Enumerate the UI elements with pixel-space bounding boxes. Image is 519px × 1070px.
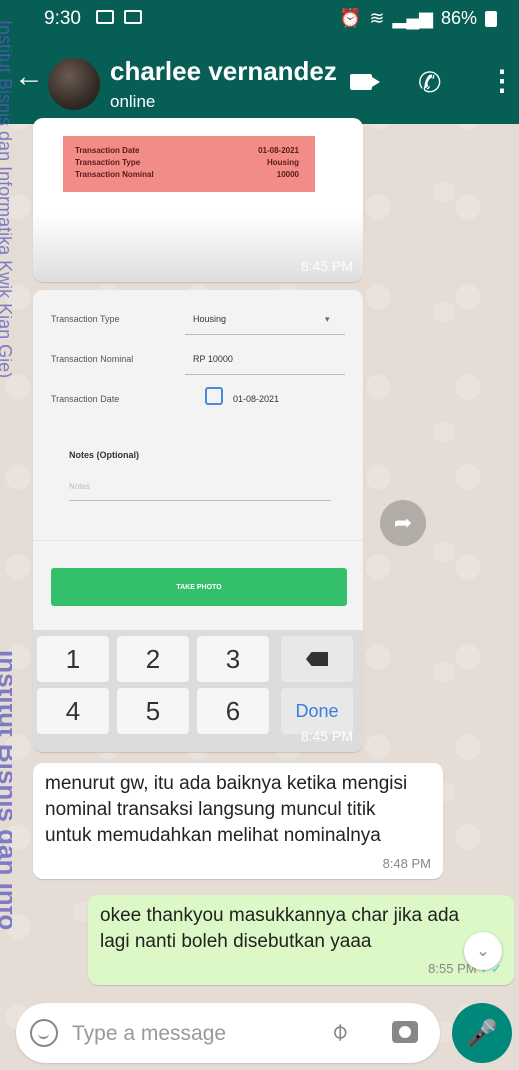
incoming-message[interactable]: menurut gw, itu ada baiknya ketika mengi… <box>33 763 443 879</box>
backspace-key <box>281 636 353 682</box>
battery-percent: 86% <box>440 8 477 28</box>
avatar[interactable] <box>48 58 100 110</box>
signal-icon: ▂▄▆ <box>392 8 433 28</box>
image-message-transaction-form[interactable]: Transaction Type Housing ▾ Transaction N… <box>33 290 363 752</box>
form-notes-placeholder: Notes <box>69 482 90 491</box>
more-menu-icon[interactable]: ⋮ <box>488 64 516 97</box>
contact-status: online <box>110 92 156 111</box>
watermark: Institut Bisnis dan Informatika Kwik Kia… <box>0 0 12 1070</box>
message-text: menurut gw, itu ada baiknya ketika mengi… <box>45 773 408 846</box>
key-6: 6 <box>197 688 269 734</box>
screen-notification-icon <box>124 10 142 24</box>
alarm-icon: ⏰ <box>339 8 362 28</box>
summary-type-label: Transaction Type <box>75 158 141 167</box>
form-section-divider <box>33 540 363 541</box>
status-bar: 9:30 ⏰ ≋ ▂▄▆ 86% <box>0 0 519 40</box>
gallery-notification-icon <box>96 10 114 24</box>
notification-icons <box>96 10 142 24</box>
camera-icon[interactable] <box>392 1021 418 1043</box>
message-input-bar: ⌀ <box>16 1003 440 1063</box>
chat-header: ← charlee vernandez online ✆ ⋮ <box>0 40 519 124</box>
message-input[interactable] <box>70 1017 314 1051</box>
transaction-summary-card: Transaction Date 01-08-2021 Transaction … <box>63 136 315 192</box>
form-divider <box>185 374 345 375</box>
key-4: 4 <box>37 688 109 734</box>
form-type-value: Housing <box>193 314 227 324</box>
summary-type-value: Housing <box>267 158 299 167</box>
message-text: okee thankyou masukkannya char jika ada … <box>100 905 460 952</box>
contact-name[interactable]: charlee vernandez <box>110 56 337 87</box>
mic-icon[interactable]: 🎤 <box>452 1003 512 1063</box>
message-time: 8:48 PM <box>382 856 431 871</box>
form-date-value: 01-08-2021 <box>233 394 280 404</box>
battery-icon <box>485 10 497 27</box>
message-time: 8:45 PM <box>300 258 353 274</box>
notes-underline <box>69 500 331 501</box>
summary-date-value: 01-08-2021 <box>258 146 299 155</box>
message-time: 8:45 PM <box>300 728 353 744</box>
summary-nominal-value: 10000 <box>276 170 299 179</box>
summary-date-label: Transaction Date <box>75 146 140 155</box>
form-notes-label: Notes (Optional) <box>69 450 139 460</box>
form-divider <box>185 334 345 335</box>
status-time: 9:30 <box>44 8 81 29</box>
system-status-icons: ⏰ ≋ ▂▄▆ 86% <box>339 8 497 29</box>
back-arrow-icon[interactable]: ← <box>14 62 44 92</box>
form-nominal-value: RP 10000 <box>193 354 233 364</box>
calendar-icon <box>205 387 223 405</box>
outgoing-message[interactable]: okee thankyou masukkannya char jika ada … <box>88 895 514 985</box>
form-date-label: Transaction Date <box>51 394 120 404</box>
summary-nominal-label: Transaction Nominal <box>75 170 154 179</box>
phone-icon[interactable]: ✆ <box>418 66 441 99</box>
scroll-down-icon[interactable]: ⌄ <box>464 932 502 970</box>
video-call-icon[interactable] <box>350 74 380 90</box>
key-1: 1 <box>37 636 109 682</box>
backspace-icon <box>306 652 328 666</box>
watermark-text: Institut Bisnis dan Informatika Kwik Kia… <box>0 20 12 379</box>
attach-icon[interactable]: ⌀ <box>324 1016 355 1047</box>
forward-icon[interactable]: ➦ <box>380 500 426 546</box>
key-3: 3 <box>197 636 269 682</box>
key-5: 5 <box>117 688 189 734</box>
key-2: 2 <box>117 636 189 682</box>
wifi-icon: ≋ <box>369 8 385 28</box>
form-nominal-label: Transaction Nominal <box>51 354 134 364</box>
image-message-transaction-summary[interactable]: Transaction Date 01-08-2021 Transaction … <box>33 118 363 282</box>
form-type-label: Transaction Type <box>51 314 120 324</box>
watermark-text-bold: Institut Bisnis dan Info <box>0 650 12 931</box>
take-photo-button: TAKE PHOTO <box>51 568 347 606</box>
dropdown-arrow-icon: ▾ <box>325 314 330 324</box>
emoji-icon[interactable] <box>30 1019 58 1047</box>
